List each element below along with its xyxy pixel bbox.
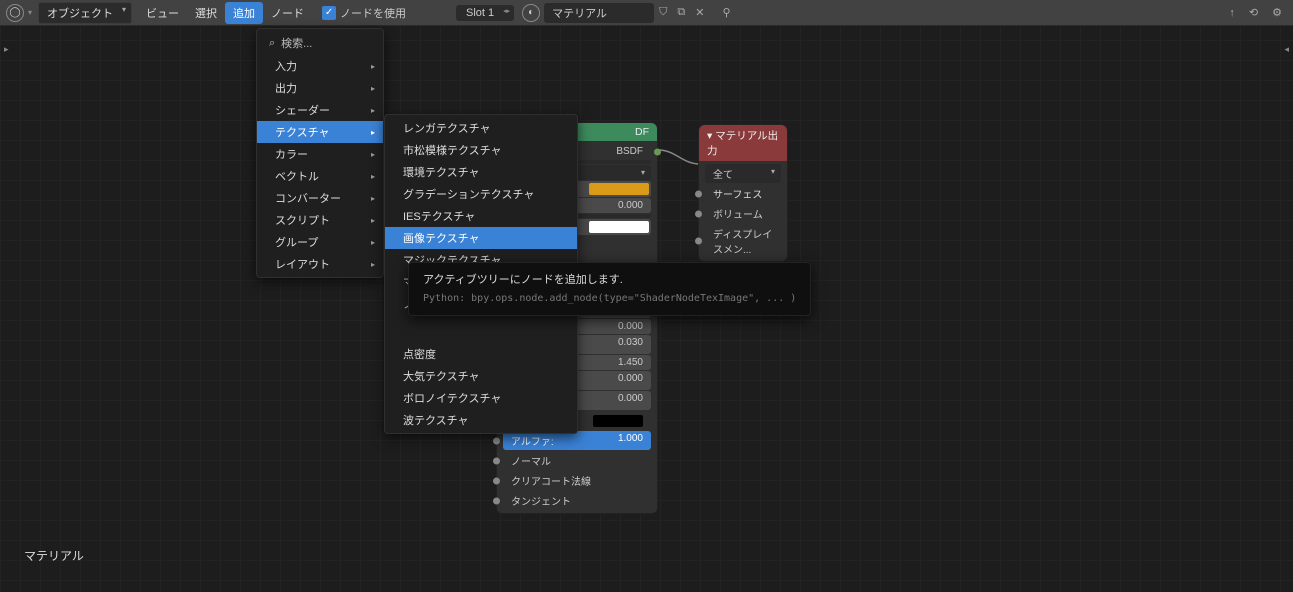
slot-label: Slot 1 [466, 7, 494, 19]
output-target-dropdown[interactable]: 全て [705, 164, 781, 183]
use-nodes-toggle[interactable]: ✓ ノードを使用 [322, 5, 406, 21]
volume-socket[interactable]: ボリューム [705, 204, 781, 223]
add-menu-item[interactable]: シェーダー [257, 99, 383, 121]
surface-socket[interactable]: サーフェス [705, 184, 781, 203]
add-menu-item[interactable]: レイアウト [257, 253, 383, 275]
texture-menu-item[interactable]: レンガテクスチャ [385, 117, 577, 139]
object-mode-label: オブジェクト [47, 8, 113, 20]
normal-socket[interactable]: ノーマル [503, 451, 651, 470]
texture-menu-item[interactable]: 環境テクスチャ [385, 161, 577, 183]
texture-menu-item[interactable]: 点密度 [385, 343, 577, 365]
texture-menu-item[interactable]: ボロノイテクスチャ [385, 387, 577, 409]
add-menu-item[interactable]: スクリプト [257, 209, 383, 231]
editor-dropdown-icon: ▾ [28, 8, 32, 17]
menu-view[interactable]: ビュー [138, 2, 187, 24]
material-name-field[interactable]: マテリアル [544, 3, 654, 23]
panel-expand-left[interactable]: ▸ [4, 44, 9, 55]
add-menu-item[interactable]: 入力 [257, 55, 383, 77]
texture-menu-item[interactable]: 波テクスチャ [385, 409, 577, 431]
menu-search[interactable]: ⌕ 検索... [257, 31, 383, 55]
object-mode-select[interactable]: オブジェクト [38, 2, 132, 24]
close-icon[interactable]: ✕ [690, 4, 709, 21]
copy-icon[interactable]: ⧉ [672, 4, 690, 21]
add-menu-item[interactable]: 出力 [257, 77, 383, 99]
panel-expand-right[interactable]: ◂ [1284, 44, 1289, 55]
refresh-icon[interactable]: ⟲ [1244, 4, 1263, 21]
add-menu-item[interactable]: コンバーター [257, 187, 383, 209]
pin-icon[interactable]: ⚲ [717, 4, 735, 21]
add-menu-item[interactable]: ベクトル [257, 165, 383, 187]
add-menu-item[interactable]: カラー [257, 143, 383, 165]
add-menu-item[interactable]: グループ [257, 231, 383, 253]
menu-node[interactable]: ノード [263, 2, 312, 24]
texture-menu-item[interactable]: 画像テクスチャ [385, 227, 577, 249]
texture-menu-item[interactable]: 市松模様テクスチャ [385, 139, 577, 161]
node-body: 全て サーフェス ボリューム ディスプレイスメン... [699, 161, 787, 261]
use-node-label: ノードを使用 [340, 5, 406, 21]
material-icon[interactable]: ◐ [522, 4, 540, 22]
menu-select[interactable]: 選択 [187, 2, 225, 24]
search-label: 検索... [281, 35, 312, 51]
material-output-node[interactable]: ▾ マテリアル出力 全て サーフェス ボリューム ディスプレイスメン... [698, 124, 788, 262]
menu-add[interactable]: 追加 [225, 2, 263, 24]
texture-menu-item[interactable]: 大気テクスチャ [385, 365, 577, 387]
editor-type-icon[interactable]: ◯ [6, 4, 24, 22]
node-title[interactable]: ▾ マテリアル出力 [699, 125, 787, 161]
search-icon: ⌕ [269, 37, 275, 50]
node-editor-header: ◯ ▾ オブジェクト ビュー 選択 追加 ノード ✓ ノードを使用 Slot 1… [0, 0, 1293, 26]
add-menu-item[interactable]: テクスチャ [257, 121, 383, 143]
add-menu: ⌕ 検索... 入力出力シェーダーテクスチャカラーベクトルコンバータースクリプト… [256, 28, 384, 278]
breadcrumb-material: マテリアル [24, 547, 84, 564]
up-icon[interactable]: ↑ [1224, 5, 1240, 21]
tangent-socket[interactable]: タンジェント [503, 491, 651, 510]
tooltip-desc: アクティブツリーにノードを追加します. [423, 271, 796, 290]
header-right: ↑ ⟲ ⚙ [1224, 4, 1287, 21]
tooltip: アクティブツリーにノードを追加します. Python: bpy.ops.node… [408, 262, 811, 316]
checkbox-checked-icon: ✓ [322, 6, 336, 20]
slot-stepper[interactable]: Slot 1 [456, 5, 514, 21]
node-link [656, 146, 702, 170]
shield-icon[interactable]: ⛉ [654, 4, 672, 21]
clearcoat-normal-socket[interactable]: クリアコート法線 [503, 471, 651, 490]
displacement-socket[interactable]: ディスプレイスメン... [705, 224, 781, 258]
tooltip-python: Python: bpy.ops.node.add_node(type="Shad… [423, 290, 796, 307]
texture-menu-item[interactable]: グラデーションテクスチャ [385, 183, 577, 205]
overlay-icon[interactable]: ⚙ [1267, 4, 1287, 21]
texture-menu-item[interactable]: IESテクスチャ [385, 205, 577, 227]
